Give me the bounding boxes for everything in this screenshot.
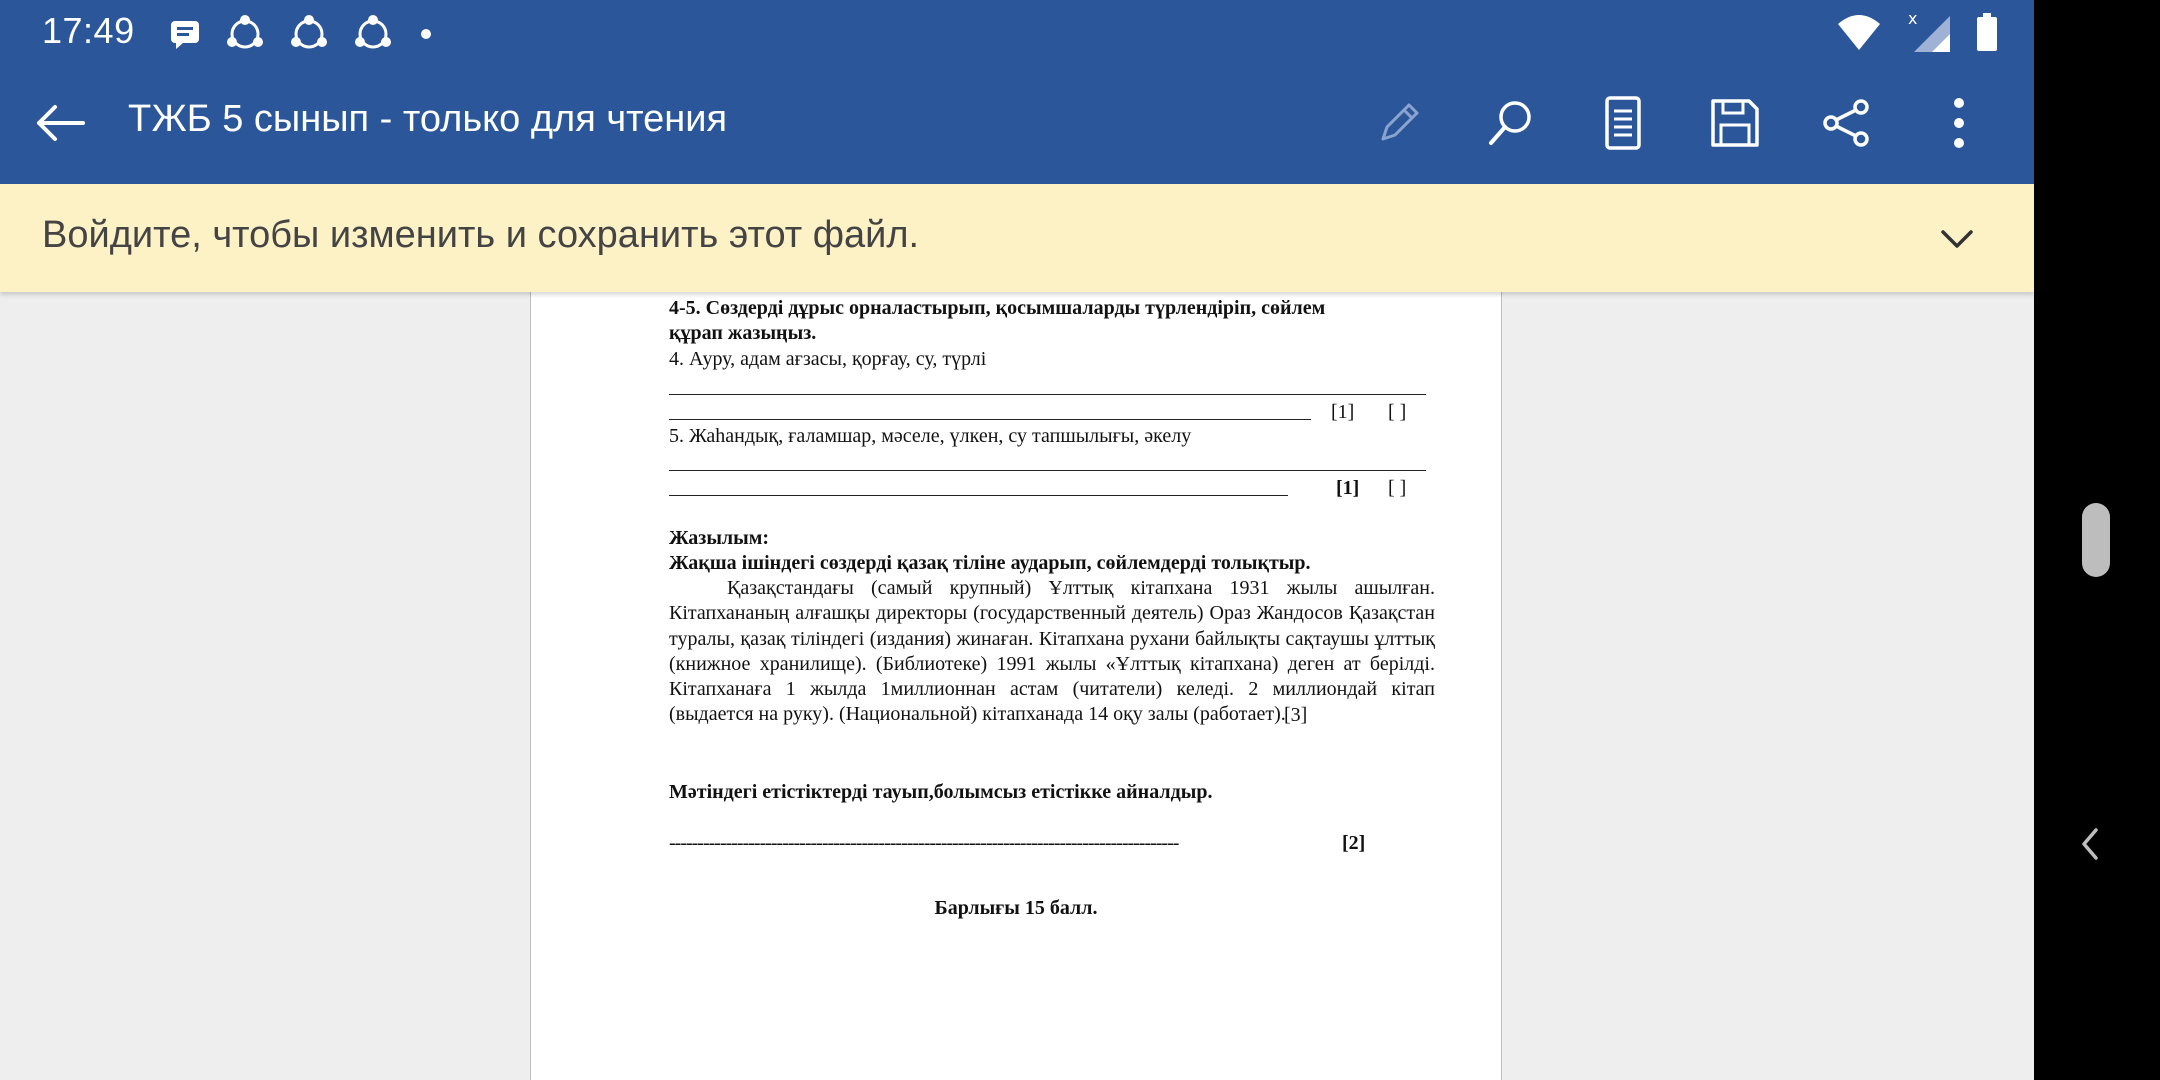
edge-back-button[interactable]	[2076, 820, 2104, 873]
verbs-score: [2]	[1342, 832, 1366, 854]
chevron-left-icon	[2082, 828, 2098, 860]
chevron-down-icon	[1941, 230, 1973, 248]
svg-text:x: x	[1908, 10, 1917, 28]
paragraph-score: [3]	[1284, 704, 1308, 726]
more-icon	[1954, 98, 1964, 148]
search-button[interactable]	[1480, 88, 1542, 158]
writing-instruction: Жақша ішіндегі сөздерді қазақ тіліне ауд…	[669, 552, 1311, 574]
answer-line	[669, 419, 1311, 420]
navigation-rail	[2034, 0, 2160, 1080]
share-nodes-icon	[288, 14, 330, 54]
task5-words: 5. Жаһандық, ғаламшар, мәселе, үлкен, су…	[669, 425, 1192, 447]
answer-line	[669, 470, 1426, 471]
share-nodes-icon	[352, 14, 394, 54]
verbs-answer-dashes: ----------------------------------------…	[669, 832, 1179, 854]
translation-paragraph: Қазақстандағы (самый крупный) Ұлттық кіт…	[669, 577, 1435, 726]
sign-in-banner[interactable]: Войдите, чтобы изменить и сохранить этот…	[0, 184, 2034, 292]
task4-words: 4. Ауру, адам ағзасы, қорғау, су, түрлі	[669, 348, 987, 370]
system-status-icons: x	[1836, 9, 1998, 59]
writing-heading: Жазылым:	[669, 527, 770, 549]
toolbar	[1368, 88, 1990, 158]
more-options-button[interactable]	[1928, 88, 1990, 158]
share-icon	[1823, 99, 1869, 147]
read-mode-button[interactable]	[1592, 88, 1654, 158]
edit-icon	[1381, 103, 1419, 141]
task4-score: [1]	[1331, 401, 1355, 423]
task45-heading-line1: 4-5. Сөздерді дұрыс орналастырып, қосымш…	[669, 297, 1326, 319]
document-page: 4-5. Сөздерді дұрыс орналастырып, қосымш…	[530, 292, 1502, 1080]
save-button[interactable]	[1704, 88, 1766, 158]
task5-score-blank: [ ]	[1388, 477, 1407, 499]
battery-icon	[1976, 12, 1998, 57]
scrollbar-thumb[interactable]	[2082, 503, 2110, 577]
back-arrow-icon	[37, 105, 85, 141]
save-icon	[1711, 99, 1759, 147]
wifi-icon	[1836, 12, 1882, 57]
app-bar: ТЖБ 5 сынып - только для чтения	[0, 62, 2034, 184]
dot-icon	[416, 24, 436, 44]
signal-icon: x	[1906, 9, 1952, 59]
search-icon	[1489, 101, 1531, 145]
notification-icons	[168, 14, 436, 54]
read-mode-icon	[1605, 96, 1641, 150]
expand-banner-button[interactable]	[1934, 216, 1980, 262]
document-title: ТЖБ 5 сынып - только для чтения	[128, 98, 728, 140]
task5-score: [1]	[1336, 477, 1360, 499]
status-time: 17:49	[42, 10, 135, 51]
answer-line	[669, 394, 1426, 395]
total-score: Барлығы 15 балл.	[934, 897, 1098, 919]
task45-heading-line2: құрап жазыңыз.	[669, 322, 817, 344]
back-button[interactable]	[30, 96, 90, 150]
message-icon	[168, 17, 202, 51]
verbs-task: Мәтіндегі етістіктерді тауып,болымсыз ет…	[669, 781, 1213, 803]
answer-line	[669, 495, 1288, 496]
edit-button[interactable]	[1368, 88, 1430, 158]
sign-in-message: Войдите, чтобы изменить и сохранить этот…	[42, 214, 920, 256]
status-bar: 17:49 x	[0, 0, 2034, 62]
share-button[interactable]	[1816, 88, 1878, 158]
document-viewport[interactable]: 4-5. Сөздерді дұрыс орналастырып, қосымш…	[0, 292, 2034, 1080]
share-nodes-icon	[224, 14, 266, 54]
task4-score-blank: [ ]	[1388, 401, 1407, 423]
